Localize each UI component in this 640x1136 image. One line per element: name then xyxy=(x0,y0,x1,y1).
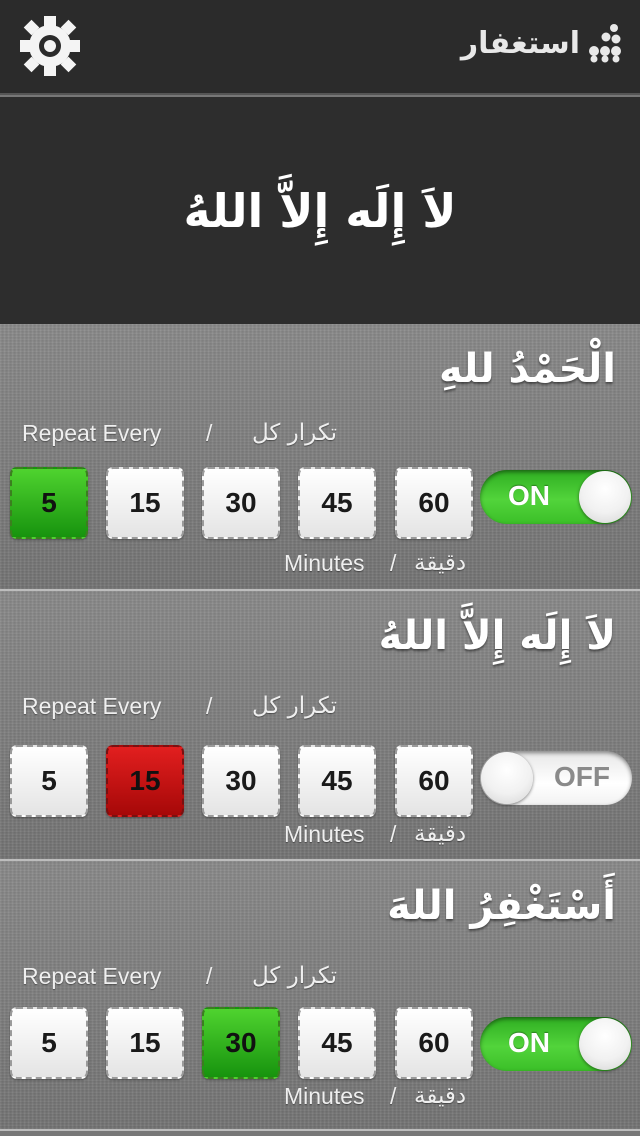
separator: / xyxy=(390,1083,397,1109)
interval-button-45[interactable]: 45 xyxy=(298,745,376,817)
repeat-every-en: Repeat Every xyxy=(22,693,162,719)
repeat-every-en: Repeat Every xyxy=(22,420,162,446)
separator: / xyxy=(206,963,213,989)
minutes-label: Minutes / دقيقة xyxy=(284,550,484,580)
interval-button-30[interactable]: 30 xyxy=(202,467,280,539)
interval-button-30[interactable]: 30 xyxy=(202,1007,280,1079)
repeat-every-en: Repeat Every xyxy=(22,963,162,989)
app-logo: استغفار xyxy=(461,18,622,68)
minutes-label: Minutes / دقيقة xyxy=(284,1083,484,1113)
dots-logo-icon xyxy=(589,24,621,63)
reminder-panel-3: أَسْتَغْفِرُ اللهَ Repeat Every / تكرار … xyxy=(0,861,640,1131)
interval-button-15[interactable]: 15 xyxy=(106,467,184,539)
separator: / xyxy=(206,693,213,719)
interval-button-45[interactable]: 45 xyxy=(298,1007,376,1079)
interval-button-60[interactable]: 60 xyxy=(395,467,473,539)
minutes-en: Minutes xyxy=(284,821,365,847)
interval-button-15[interactable]: 15 xyxy=(106,745,184,817)
minutes-en: Minutes xyxy=(284,550,365,576)
minutes-en: Minutes xyxy=(284,1083,365,1109)
repeat-every-ar: تكرار كل xyxy=(252,420,337,446)
reminder-panel-2: لاَ إِلَه إِلاَّ اللهُ Repeat Every / تك… xyxy=(0,591,640,861)
minutes-label: Minutes / دقيقة xyxy=(284,821,484,851)
settings-gear-icon[interactable] xyxy=(18,14,82,78)
toggle-knob xyxy=(579,1018,631,1070)
toggle-label: ON xyxy=(508,1027,550,1058)
dhikr-title: الْحَمْدُ للهِ xyxy=(438,346,616,392)
reminder-toggle[interactable]: ON xyxy=(480,470,632,524)
interval-button-5[interactable]: 5 xyxy=(10,745,88,817)
featured-dhikr-text: لاَ إِلَه إِلاَّ اللهُ xyxy=(183,183,457,238)
toggle-label: OFF xyxy=(554,761,610,792)
interval-button-30[interactable]: 30 xyxy=(202,745,280,817)
dhikr-title: لاَ إِلَه إِلاَّ اللهُ xyxy=(378,613,616,659)
dhikr-title: أَسْتَغْفِرُ اللهَ xyxy=(387,883,616,929)
app-title: استغفار xyxy=(460,25,580,61)
repeat-every-ar: تكرار كل xyxy=(252,963,337,989)
separator: / xyxy=(206,420,213,446)
minutes-ar: دقيقة xyxy=(414,550,467,576)
toggle-knob xyxy=(579,471,631,523)
separator: / xyxy=(390,821,397,847)
top-bar: استغفار xyxy=(0,0,640,95)
interval-button-15[interactable]: 15 xyxy=(106,1007,184,1079)
toggle-label: ON xyxy=(508,480,550,511)
toggle-knob xyxy=(481,752,533,804)
reminder-panel-1: الْحَمْدُ للهِ Repeat Every / تكرار كل 5… xyxy=(0,324,640,591)
repeat-every-ar: تكرار كل xyxy=(252,693,337,719)
minutes-ar: دقيقة xyxy=(414,821,467,847)
interval-button-60[interactable]: 60 xyxy=(395,1007,473,1079)
interval-button-5[interactable]: 5 xyxy=(10,467,88,539)
interval-button-60[interactable]: 60 xyxy=(395,745,473,817)
minutes-ar: دقيقة xyxy=(414,1083,467,1109)
reminder-toggle[interactable]: OFF xyxy=(480,751,632,805)
interval-button-5[interactable]: 5 xyxy=(10,1007,88,1079)
interval-button-45[interactable]: 45 xyxy=(298,467,376,539)
featured-dhikr: لاَ إِلَه إِلاَّ اللهُ xyxy=(0,97,640,324)
separator: / xyxy=(390,550,397,576)
reminder-toggle[interactable]: ON xyxy=(480,1017,632,1071)
